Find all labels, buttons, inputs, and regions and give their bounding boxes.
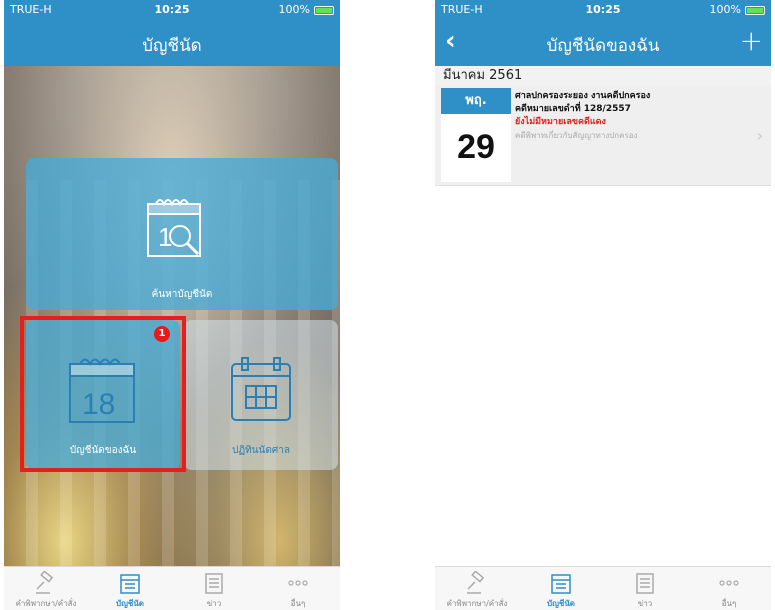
tab-news-label: ข่าว: [206, 599, 222, 608]
search-appointments-tile[interactable]: 1 ค้นหาบัญชีนัด: [26, 158, 338, 310]
tab-bar: คำพิพากษา/คำสั่ง บัญชีนัด ข่าว อื่นๆ: [4, 566, 340, 610]
court-name: ศาลปกครองระยอง งานคดีปกครอง: [515, 91, 651, 101]
tab-appointments[interactable]: บัญชีนัด: [88, 567, 172, 610]
case-description: คดีพิพาทเกี่ยวกับสัญญาทางปกครอง: [515, 131, 638, 140]
phone-screen-appointments-menu: TRUE-H 10:25 100% บัญชีนัด 1 ค้นหาบัญชีน…: [4, 0, 340, 610]
add-button[interactable]: +: [740, 24, 763, 57]
status-bar: TRUE-H 10:25 100%: [435, 0, 771, 20]
calendar-icon: [551, 574, 571, 594]
battery-percent: 100%: [709, 3, 741, 16]
tab-more-label: อื่นๆ: [290, 599, 306, 608]
news-icon: [205, 573, 223, 594]
appointment-info: ศาลปกครองระยอง งานคดีปกครอง คดีหมายเลขดำ…: [515, 90, 751, 142]
tab-appointments[interactable]: บัญชีนัด: [519, 567, 603, 610]
tab-judgments[interactable]: คำพิพากษา/คำสั่ง: [4, 567, 88, 610]
search-appointments-label: ค้นหาบัญชีนัด: [151, 289, 213, 300]
tab-judgments[interactable]: คำพิพากษา/คำสั่ง: [435, 567, 519, 610]
month-section-header: มีนาคม 2561: [435, 66, 771, 86]
tab-judgments-label: คำพิพากษา/คำสั่ง: [446, 599, 508, 608]
case-number: คดีหมายเลขดำที่ 128/2557: [515, 104, 631, 114]
tab-appointments-label: บัญชีนัด: [116, 599, 144, 608]
more-icon: [719, 580, 739, 586]
appointment-row[interactable]: พฤ. 29 ศาลปกครองระยอง งานคดีปกครอง คดีหม…: [435, 86, 771, 186]
court-calendar-tile[interactable]: ปฏิทินนัดศาล: [184, 320, 338, 470]
nav-bar: บัญชีนัด: [4, 20, 340, 66]
my-appointments-tile[interactable]: 18 1 บัญชีนัดของฉัน: [26, 320, 180, 470]
more-icon: [288, 580, 308, 586]
date-block: พฤ. 29: [441, 88, 511, 182]
phone-screen-my-appointments: TRUE-H 10:25 100% ‹ บัญชีนัดของฉัน + มีน…: [435, 0, 771, 610]
status-bar: TRUE-H 10:25 100%: [4, 0, 340, 20]
my-appointments-icon-day: 18: [82, 388, 115, 421]
page-title: บัญชีนัด: [142, 36, 202, 56]
gavel-icon: [467, 571, 485, 594]
court-calendar-label: ปฏิทินนัดศาล: [232, 445, 290, 456]
day-number: 29: [457, 128, 495, 166]
tab-appointments-label: บัญชีนัด: [547, 599, 575, 608]
battery-icon: [745, 6, 765, 15]
calendar-icon: 18: [69, 358, 135, 423]
chevron-right-icon: ›: [756, 126, 763, 145]
tab-more-label: อื่นๆ: [721, 599, 737, 608]
notification-badge: 1: [154, 326, 170, 342]
gavel-icon: [36, 571, 54, 594]
tab-more[interactable]: อื่นๆ: [256, 567, 340, 610]
tab-judgments-label: คำพิพากษา/คำสั่ง: [15, 599, 77, 608]
my-appointments-label: บัญชีนัดของฉัน: [69, 445, 137, 456]
battery-percent: 100%: [278, 3, 310, 16]
page-title: บัญชีนัดของฉัน: [546, 36, 660, 56]
tab-bar: คำพิพากษา/คำสั่ง บัญชีนัด ข่าว อื่นๆ: [435, 566, 771, 610]
calendar-icon: [120, 574, 140, 594]
calendar-search-icon: 1: [147, 199, 201, 257]
tab-news-label: ข่าว: [637, 599, 653, 608]
news-icon: [636, 573, 654, 594]
battery-icon: [314, 6, 334, 15]
nav-bar: ‹ บัญชีนัดของฉัน +: [435, 20, 771, 66]
tab-news[interactable]: ข่าว: [172, 567, 256, 610]
court-calendar-icon: [231, 357, 291, 421]
tab-news[interactable]: ข่าว: [603, 567, 687, 610]
case-status: ยังไม่มีหมายเลขคดีแดง: [515, 117, 606, 127]
tab-more[interactable]: อื่นๆ: [687, 567, 771, 610]
weekday-label: พฤ.: [441, 88, 511, 114]
